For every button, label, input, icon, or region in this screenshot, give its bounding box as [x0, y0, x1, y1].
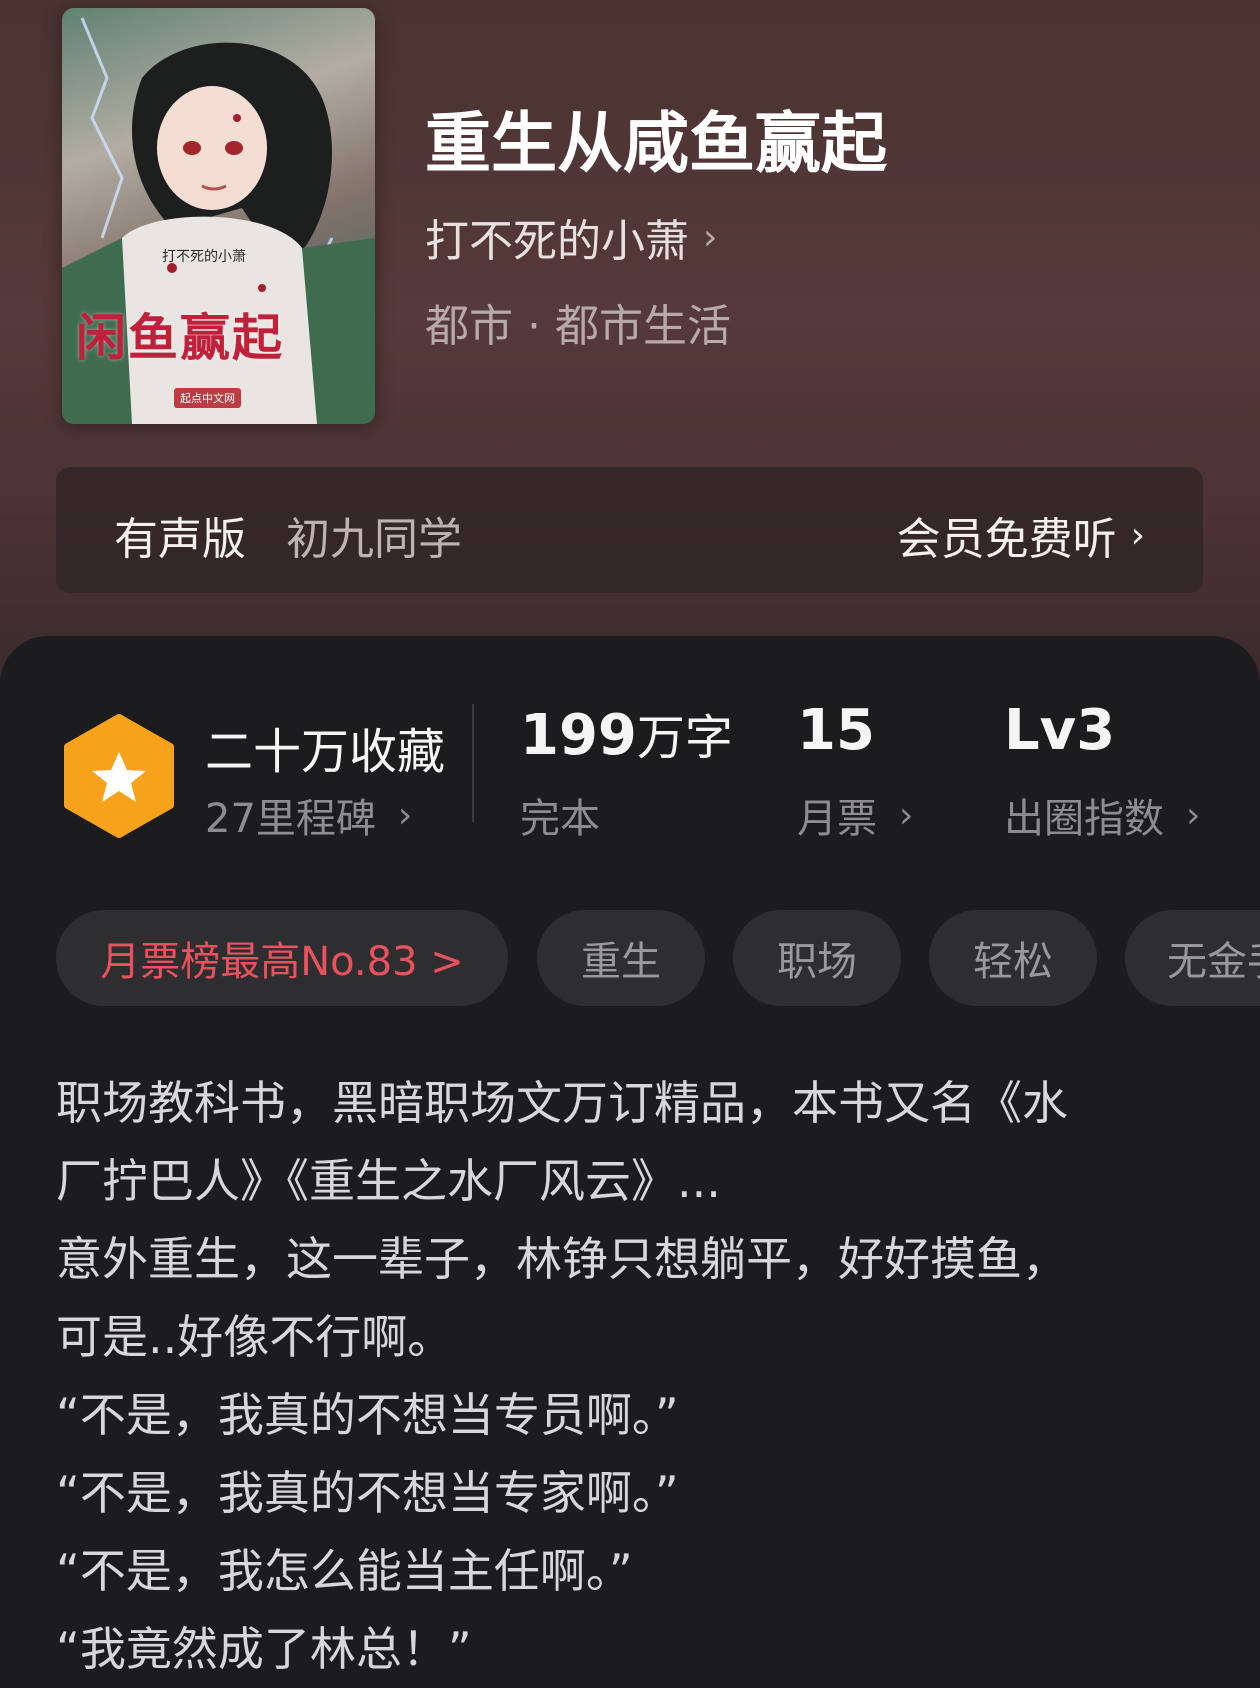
description-line: “我竟然成了林总！”: [56, 1622, 472, 1676]
book-detail-sheet: 二十万收藏 27里程碑 › 199万字 完本 15 月票 › Lv3 出圈指数 …: [0, 636, 1260, 1677]
chevron-right-icon: ›: [899, 794, 914, 836]
monthly-votes-link[interactable]: 月票 ›: [797, 786, 913, 844]
star-hexagon-icon: [64, 714, 174, 838]
author-name: 打不死的小萧: [425, 216, 689, 267]
book-title: 重生从咸鱼赢起: [425, 104, 887, 182]
word-count: 199万字: [520, 698, 733, 768]
tag-row: 月票榜最高No.83 > 重生 职场 轻松 无金手: [0, 910, 1260, 1010]
chevron-right-icon: ›: [1186, 794, 1201, 836]
book-stats: 二十万收藏 27里程碑 › 199万字 完本 15 月票 › Lv3 出圈指数 …: [0, 636, 1260, 866]
influence-index-link[interactable]: 出圈指数 ›: [1004, 786, 1200, 844]
book-description[interactable]: 职场教科书，黑暗职场文万订精品，本书又名《水 厂拧巴人》《重生之水厂风云》...…: [56, 1064, 1216, 1688]
member-free-listen-button[interactable]: 会员免费听 ›: [897, 503, 1145, 567]
audio-label: 有声版: [114, 514, 246, 565]
influence-level[interactable]: Lv3: [1004, 698, 1115, 763]
chevron-right-icon: ›: [1130, 514, 1145, 556]
audio-narrator: 初九同学: [286, 514, 462, 565]
book-genre: 都市 · 都市生活: [425, 301, 731, 352]
monthly-votes[interactable]: 15: [797, 698, 875, 763]
book-header: 打不死的小萧 闲鱼赢起 起点中文网 重生从咸鱼赢起 打不死的小萧 › 都市 · …: [0, 0, 1260, 700]
chevron-right-icon: ›: [703, 216, 718, 258]
cover-title-art: 闲鱼赢起: [76, 308, 284, 367]
description-line: “不是，我真的不想当专员啊。”: [56, 1388, 679, 1442]
book-status: 完本: [520, 796, 600, 842]
cover-publisher-logo: 起点中文网: [174, 388, 241, 408]
tag-rank-monthly[interactable]: 月票榜最高No.83 >: [56, 910, 508, 1006]
description-line: 意外重生，这一辈子，林铮只想躺平，好好摸鱼，: [56, 1232, 1068, 1286]
audio-version-bar[interactable]: 有声版 初九同学 会员免费听 ›: [56, 467, 1203, 593]
chevron-right-icon: ›: [397, 794, 413, 836]
author-link[interactable]: 打不死的小萧 ›: [425, 205, 717, 269]
description-line: 职场教科书，黑暗职场文万订精品，本书又名《水: [56, 1076, 1068, 1130]
word-count-number: 199: [520, 703, 637, 768]
milestone-link[interactable]: 27里程碑 ›: [205, 786, 412, 844]
tag-rebirth[interactable]: 重生: [537, 910, 705, 1006]
influence-level-value: Lv3: [1004, 698, 1116, 763]
book-cover[interactable]: 打不死的小萧 闲鱼赢起 起点中文网: [62, 8, 375, 424]
word-count-unit: 万字: [636, 710, 733, 766]
tag-workplace[interactable]: 职场: [733, 910, 901, 1006]
description-line: 可是..好像不行啊。: [56, 1310, 454, 1364]
monthly-votes-label: 月票: [797, 796, 877, 842]
stats-divider: [472, 704, 474, 822]
description-line: “不是，我真的不想当专家啊。”: [56, 1466, 679, 1520]
monthly-votes-number: 15: [797, 698, 875, 763]
cover-author-text: 打不死的小萧: [162, 249, 246, 265]
description-line: 厂拧巴人》《重生之水厂风云》...: [56, 1154, 721, 1208]
milestone-label: 27里程碑: [205, 796, 376, 842]
influence-index-label: 出圈指数: [1004, 796, 1164, 842]
member-free-listen-label: 会员免费听: [896, 514, 1117, 565]
tag-no-cheat[interactable]: 无金手: [1125, 910, 1260, 1006]
description-line: “不是，我怎么能当主任啊。”: [56, 1544, 633, 1598]
collection-count: 二十万收藏: [205, 724, 446, 780]
tag-relaxed[interactable]: 轻松: [929, 910, 1097, 1006]
